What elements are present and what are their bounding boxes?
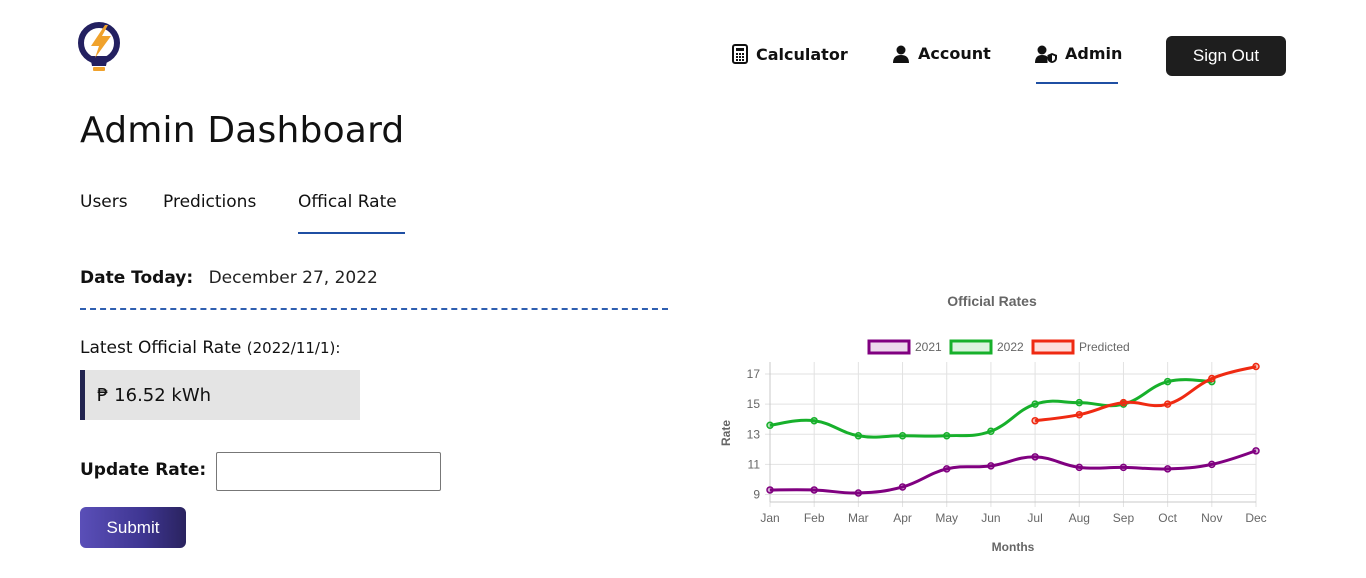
data-point xyxy=(1163,400,1172,408)
data-point xyxy=(987,462,995,470)
submit-button[interactable]: Submit xyxy=(80,507,186,548)
date-today-row: Date Today: December 27, 2022 xyxy=(80,268,378,288)
tab-official-rate[interactable]: Offical Rate xyxy=(298,192,397,212)
chart-legend: 2021 2022 Predicted xyxy=(867,339,1130,355)
x-tick-label: May xyxy=(935,511,958,525)
legend-label: 2022 xyxy=(997,340,1024,354)
chart-xlabel: Months xyxy=(992,540,1035,554)
sign-out-button[interactable]: Sign Out xyxy=(1166,36,1286,76)
chart-title: Official Rates xyxy=(947,293,1037,309)
x-tick-label: Feb xyxy=(804,511,825,525)
data-point xyxy=(987,427,995,435)
latest-rate-date: (2022/11/1): xyxy=(246,339,341,357)
x-tick-label: Jul xyxy=(1027,511,1042,525)
data-point xyxy=(1075,398,1084,407)
data-point xyxy=(942,432,951,440)
x-tick-label: Dec xyxy=(1245,511,1266,525)
date-today-value: December 27, 2022 xyxy=(208,268,378,288)
chart-series xyxy=(766,362,1260,497)
legend-label: 2021 xyxy=(915,340,942,354)
dashboard-tabs: Users Predictions Offical Rate xyxy=(80,190,440,236)
nav-account[interactable]: Account xyxy=(892,44,991,63)
y-tick-label: 17 xyxy=(747,367,761,381)
tab-active-indicator xyxy=(298,232,405,234)
page-title: Admin Dashboard xyxy=(80,110,405,151)
user-shield-icon xyxy=(1035,45,1057,63)
data-point xyxy=(854,489,863,497)
data-point xyxy=(1163,377,1172,386)
data-point xyxy=(1252,362,1260,371)
x-tick-label: Nov xyxy=(1201,511,1222,525)
logo[interactable] xyxy=(78,22,124,78)
x-tick-label: Jun xyxy=(981,511,1000,525)
latest-rate-value: ₱ 16.52 kWh xyxy=(80,370,360,420)
data-point xyxy=(1031,453,1039,461)
legend-swatch xyxy=(949,339,993,355)
series-line-2021 xyxy=(769,449,1257,495)
data-point xyxy=(1075,410,1084,419)
data-point xyxy=(898,483,907,491)
chart-ylabel: Rate xyxy=(719,420,733,446)
data-point xyxy=(854,432,863,440)
chart-ticks: Jan Feb Mar Apr May Jun Jul Aug Sep Oct Nov Dec 9 11 1… xyxy=(747,367,1267,525)
data-point xyxy=(1163,465,1172,473)
data-point xyxy=(766,486,774,494)
divider xyxy=(80,308,668,310)
data-point xyxy=(942,465,951,473)
x-tick-label: Sep xyxy=(1113,511,1135,525)
data-point xyxy=(1031,400,1039,408)
data-point xyxy=(1119,398,1128,407)
nav-calculator-label: Calculator xyxy=(756,44,848,64)
data-point xyxy=(898,432,907,440)
tab-predictions[interactable]: Predictions xyxy=(163,192,256,212)
legend-label: Predicted xyxy=(1079,340,1130,354)
data-point xyxy=(766,421,774,429)
nav-active-indicator xyxy=(1036,82,1118,84)
data-point xyxy=(1075,463,1084,472)
x-tick-label: Mar xyxy=(848,511,869,525)
legend-swatch xyxy=(867,339,911,355)
update-rate-input[interactable] xyxy=(216,452,441,491)
nav-account-label: Account xyxy=(918,44,991,63)
nav-admin-label: Admin xyxy=(1065,44,1123,63)
lightbulb-bolt-icon xyxy=(78,22,120,71)
calculator-icon xyxy=(732,44,748,64)
latest-rate-label: Latest Official Rate (2022/11/1): xyxy=(80,338,340,358)
chart-grid xyxy=(765,362,1257,507)
nav-calculator[interactable]: Calculator xyxy=(732,44,848,64)
latest-rate-title: Latest Official Rate xyxy=(80,338,242,358)
y-tick-label: 9 xyxy=(753,487,760,501)
data-point xyxy=(1208,460,1216,469)
data-point xyxy=(810,416,818,425)
data-point xyxy=(1119,463,1128,472)
nav-admin[interactable]: Admin xyxy=(1035,44,1122,63)
data-point xyxy=(1208,374,1216,383)
update-rate-label: Update Rate: xyxy=(80,460,207,480)
y-tick-label: 13 xyxy=(747,427,761,441)
user-icon xyxy=(893,45,909,63)
x-tick-label: Oct xyxy=(1158,511,1177,525)
x-tick-label: Jan xyxy=(760,511,779,525)
tab-users[interactable]: Users xyxy=(80,192,128,212)
legend-swatch xyxy=(1031,339,1075,355)
date-today-label: Date Today: xyxy=(80,268,194,288)
data-point xyxy=(1031,416,1039,425)
x-tick-label: Aug xyxy=(1069,511,1090,525)
x-tick-label: Apr xyxy=(893,511,912,525)
official-rates-chart: Official Rates 2021 2022 Predicted Jan Feb M… xyxy=(719,293,1267,554)
data-point xyxy=(810,486,818,494)
y-tick-label: 15 xyxy=(747,397,761,411)
data-point xyxy=(1252,447,1260,455)
y-tick-label: 11 xyxy=(748,457,761,471)
